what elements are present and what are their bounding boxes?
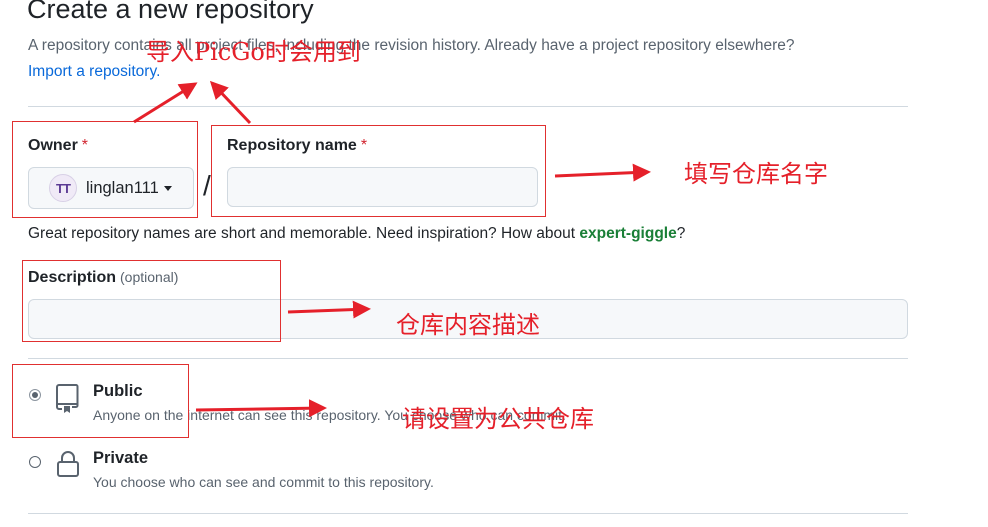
arrow-name	[554, 163, 651, 182]
arrow-to-import-right	[209, 80, 252, 125]
arrow-desc	[287, 300, 371, 319]
arrow-public	[195, 399, 327, 418]
arrow-to-import-left	[133, 82, 198, 124]
annotation-arrows	[133, 80, 651, 418]
